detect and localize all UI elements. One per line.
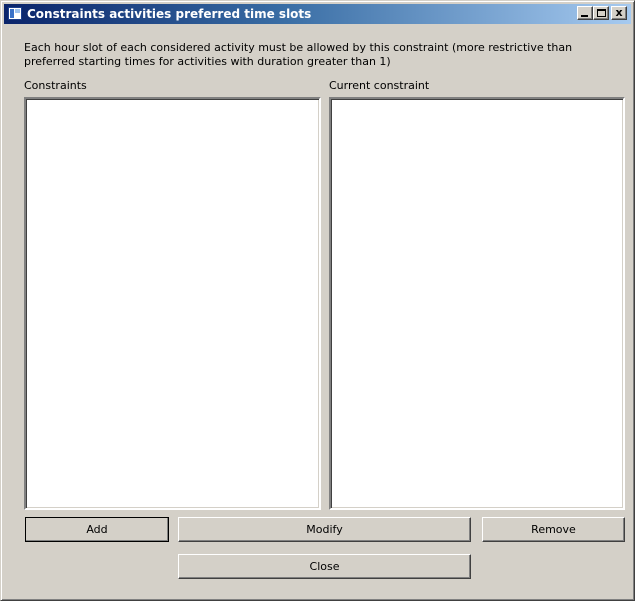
- dialog-window: Constraints activities preferred time sl…: [0, 0, 635, 601]
- maximize-button[interactable]: [593, 6, 609, 20]
- window-title: Constraints activities preferred time sl…: [27, 7, 312, 21]
- constraints-label: Constraints: [24, 79, 87, 92]
- title-bar[interactable]: Constraints activities preferred time sl…: [4, 4, 631, 24]
- app-icon-part-right: [15, 9, 20, 13]
- constraints-list[interactable]: [24, 97, 321, 510]
- current-constraint-text[interactable]: [329, 97, 625, 510]
- minimize-button[interactable]: [577, 6, 593, 20]
- maximize-icon: [597, 9, 606, 17]
- description-text: Each hour slot of each considered activi…: [24, 41, 573, 68]
- close-icon: x: [615, 6, 623, 19]
- app-icon-part-left: [10, 9, 14, 18]
- close-button[interactable]: Close: [178, 554, 471, 579]
- add-button[interactable]: Add: [25, 517, 169, 542]
- app-window-icon[interactable]: [8, 7, 22, 20]
- modify-button[interactable]: Modify: [178, 517, 471, 542]
- close-window-button[interactable]: x: [611, 6, 627, 20]
- minimize-icon: [581, 15, 588, 17]
- current-constraint-label: Current constraint: [329, 79, 430, 92]
- remove-button[interactable]: Remove: [482, 517, 625, 542]
